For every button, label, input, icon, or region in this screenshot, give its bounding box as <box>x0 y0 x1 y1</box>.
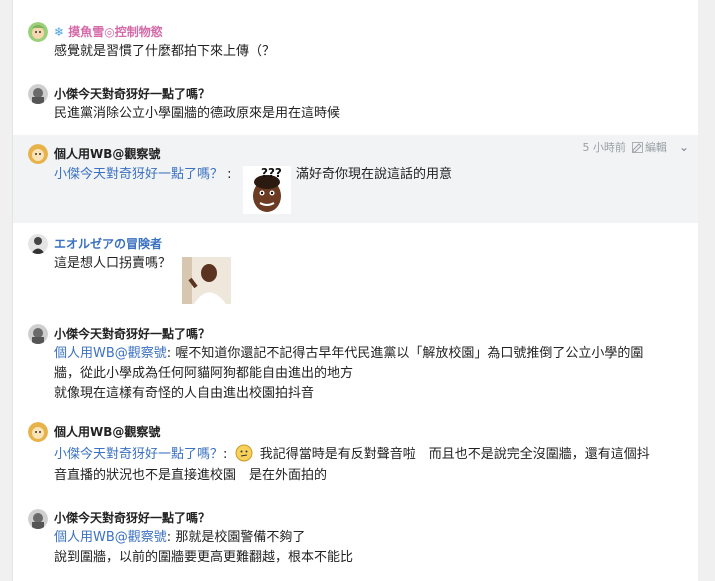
username[interactable]: 個人用WB@觀察號 <box>54 424 160 440</box>
pencil-icon <box>632 141 643 153</box>
message-text: 個人用WB@觀察號: 喔不知道你還記不記得古早年代民進黨以「解放校園」為口號推倒… <box>54 346 644 361</box>
message-text: 這是想人口拐賣嗎？ <box>54 256 172 271</box>
avatar[interactable] <box>28 422 48 442</box>
chat-message: 小傑今天對奇犽好一點了嗎？ 民進黨消除公立小學圍牆的德政原來是用在這時候 <box>13 80 699 132</box>
mention-link[interactable]: 小傑今天對奇犽好一點了嗎？ <box>54 167 223 182</box>
sticker-caption: ??? <box>261 166 282 180</box>
username[interactable]: ❄ 摸魚雪◎控制物慾 <box>54 24 163 40</box>
avatar[interactable] <box>28 324 48 344</box>
chat-message: 小傑今天對奇犽好一點了嗎？ 個人用WB@觀察號: 那就是校園警備不夠了 說到圍牆… <box>13 505 699 581</box>
avatar[interactable] <box>28 84 48 104</box>
chat-message: ❄ 摸魚雪◎控制物慾 感覺就是習慣了什麼都拍下來上傳（？ <box>13 18 699 68</box>
thinking-emoji-icon <box>235 444 253 462</box>
mention-link[interactable]: 小傑今天對奇犽好一點了嗎？ <box>54 447 223 462</box>
message-text: 滿好奇你現在說這話的用意 <box>296 167 453 182</box>
message-text: 小傑今天對奇犽好一點了嗎？ : <box>54 167 232 182</box>
sticker-image[interactable] <box>182 257 231 304</box>
message-text: 小傑今天對奇犽好一點了嗎？: 我記得當時是有反對聲音啦 而且也不是說完全沒圍牆，… <box>54 444 650 465</box>
message-text: 個人用WB@觀察號: 那就是校園警備不夠了 <box>54 530 306 545</box>
message-text: 說到圍牆，以前的圍牆要更高更難翻越，根本不能比 <box>54 550 354 565</box>
mention-link[interactable]: 個人用WB@觀察號 <box>54 530 167 545</box>
chat-panel: ❄ 摸魚雪◎控制物慾 感覺就是習慣了什麼都拍下來上傳（？ 小傑今天對奇犽好一點了… <box>12 0 700 581</box>
chat-message-hovered: 個人用WB@觀察號 5 小時前 編輯 ⌄ 小傑今天對奇犽好一點了嗎？ : ???… <box>13 135 699 223</box>
chat-message: エオルゼアの冒険者 這是想人口拐賣嗎？ <box>13 230 699 310</box>
snowflake-icon: ❄ <box>54 25 65 39</box>
mention-link[interactable]: 個人用WB@觀察號 <box>54 346 167 361</box>
avatar[interactable] <box>28 509 48 529</box>
message-text: 音直播的狀況也不是直接進校園 是在外面拍的 <box>54 468 328 483</box>
message-text: 感覺就是習慣了什麼都拍下來上傳（？ <box>54 44 276 59</box>
timestamp: 5 小時前 <box>582 141 626 154</box>
username[interactable]: 小傑今天對奇犽好一點了嗎？ <box>54 86 210 102</box>
scrollbar[interactable] <box>698 0 715 581</box>
username[interactable]: 小傑今天對奇犽好一點了嗎？ <box>54 510 210 526</box>
chat-message: 小傑今天對奇犽好一點了嗎？ 個人用WB@觀察號: 喔不知道你還記不記得古早年代民… <box>13 320 699 410</box>
message-text: 民進黨消除公立小學圍牆的德政原來是用在這時候 <box>54 106 341 121</box>
avatar[interactable] <box>28 234 48 254</box>
avatar[interactable] <box>28 144 48 164</box>
username[interactable]: 小傑今天對奇犽好一點了嗎？ <box>54 326 210 342</box>
message-meta: 5 小時前 編輯 ⌄ <box>582 139 689 155</box>
username[interactable]: エオルゼアの冒険者 <box>54 236 162 252</box>
chat-message: 個人用WB@觀察號 小傑今天對奇犽好一點了嗎？: 我記得當時是有反對聲音啦 而且… <box>13 418 699 494</box>
message-text: 就像現在這樣有奇怪的人自由進出校園拍抖音 <box>54 386 315 401</box>
message-text: 牆，從此小學成為任何阿貓阿狗都能自由進出的地方 <box>54 366 354 381</box>
avatar[interactable] <box>28 22 48 42</box>
username[interactable]: 個人用WB@觀察號 <box>54 146 160 162</box>
edit-button[interactable]: 編輯 <box>632 139 667 155</box>
sticker-image[interactable]: ??? <box>243 166 291 214</box>
chevron-down-icon[interactable]: ⌄ <box>679 140 689 154</box>
